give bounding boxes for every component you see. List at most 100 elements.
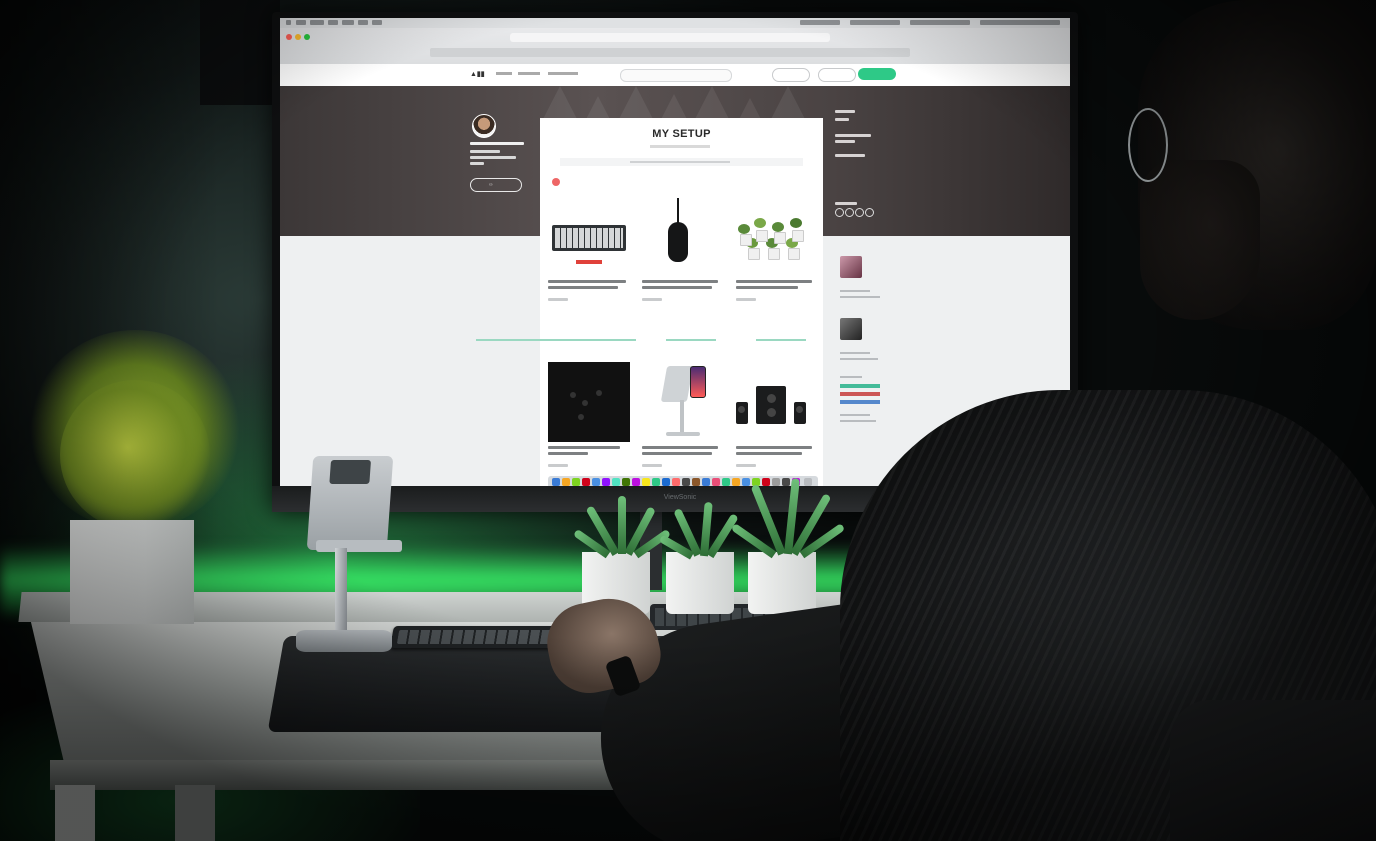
succulent-pot [748,552,816,614]
profile-name [470,142,524,145]
product-title[interactable] [642,452,712,455]
chair [1170,700,1376,841]
glasses [1128,108,1168,182]
product-title[interactable] [736,452,802,455]
phone-stand-arm [335,548,347,640]
close-icon[interactable] [286,34,292,40]
product-meta [548,298,568,301]
address-bar[interactable] [510,33,830,42]
search-input[interactable] [620,69,732,82]
follow-button[interactable]: ⚇ [470,178,522,192]
minimize-icon[interactable] [295,34,301,40]
product-title[interactable] [642,286,712,289]
dock-icon[interactable] [652,478,660,486]
dock-icon[interactable] [572,478,580,486]
social-icon[interactable] [855,208,864,217]
product-image-mouse[interactable] [640,198,722,278]
dock-icon[interactable] [562,478,570,486]
product-image-keyboard[interactable] [548,198,630,278]
dock-icon[interactable] [552,478,560,486]
white-planter [70,520,194,624]
side-thumbnail[interactable] [840,256,862,278]
photo-scene: ViewSonic ▲▮▮ ⚇ MY SETUP [0,0,1376,841]
product-title[interactable] [736,446,812,449]
dock-icon[interactable] [692,478,700,486]
dock-icon[interactable] [722,478,730,486]
dock-icon[interactable] [592,478,600,486]
apple-icon [286,20,291,25]
product-title[interactable] [642,446,718,449]
product-title[interactable] [548,446,620,449]
product-image-phone-stand[interactable] [640,362,722,442]
tab-strip[interactable] [430,48,910,57]
dock-icon[interactable] [772,478,780,486]
dock-icon[interactable] [662,478,670,486]
avatar[interactable] [472,114,496,138]
product-title[interactable] [736,280,812,283]
dock-icon[interactable] [712,478,720,486]
product-image-accessories[interactable] [548,362,630,442]
profile-meta [470,156,516,159]
product-title[interactable] [548,452,588,455]
product-title[interactable] [736,286,798,289]
site-header: ▲▮▮ [280,64,1070,87]
monitor-brand: ViewSonic [663,494,697,501]
logo-icon [552,178,560,186]
plant-foliage [60,380,210,530]
menu-bar [280,18,1070,28]
social-icon[interactable] [845,208,854,217]
trash-icon[interactable] [804,478,812,486]
dock-icon[interactable] [732,478,740,486]
sign-up-button[interactable] [858,68,896,80]
product-image-speakers[interactable] [732,362,814,442]
phone-stand-base [296,630,392,652]
dock-icon[interactable] [782,478,790,486]
browser-toolbar [280,28,1070,65]
product-meta [736,464,756,467]
profile-meta [470,150,500,153]
nav-link[interactable] [548,72,578,75]
product-title[interactable] [548,286,618,289]
setup-card: MY SETUP [540,118,823,486]
dock-icon[interactable] [622,478,630,486]
product-image-plants[interactable] [732,198,814,278]
dock-icon[interactable] [672,478,680,486]
dock-icon[interactable] [632,478,640,486]
dock-icon[interactable] [582,478,590,486]
nav-link[interactable] [518,72,540,75]
notification-strip [476,338,1036,343]
product-meta [642,464,662,467]
maximize-icon[interactable] [304,34,310,40]
dock-icon[interactable] [762,478,770,486]
product-meta [736,298,756,301]
desk-leg [175,785,215,841]
social-icon[interactable] [865,208,874,217]
person-beard [1140,160,1260,320]
card-note [560,158,803,166]
product-meta [548,464,568,467]
side-thumbnail[interactable] [840,318,862,340]
nav-link[interactable] [496,72,512,75]
header-button[interactable] [772,68,810,82]
follow-user-icon: ⚇ [489,182,493,187]
window-shadow [200,0,280,105]
sign-in-button[interactable] [818,68,856,82]
phone-stand-lip [316,540,402,552]
phone-stand [306,456,394,550]
product-title[interactable] [548,280,626,283]
dock-icon[interactable] [702,478,710,486]
card-subtitle [650,145,710,148]
product-title[interactable] [642,280,718,283]
succulent-pot [666,552,734,614]
desk-leg [55,785,95,841]
social-icon[interactable] [835,208,844,217]
dock-icon[interactable] [602,478,610,486]
card-title: MY SETUP [652,128,711,140]
dock-icon[interactable] [682,478,690,486]
product-meta [642,298,662,301]
dock-icon[interactable] [642,478,650,486]
profile-meta [470,162,484,165]
dock-icon[interactable] [612,478,620,486]
dock-icon[interactable] [742,478,750,486]
site-logo[interactable]: ▲▮▮ [470,70,485,78]
